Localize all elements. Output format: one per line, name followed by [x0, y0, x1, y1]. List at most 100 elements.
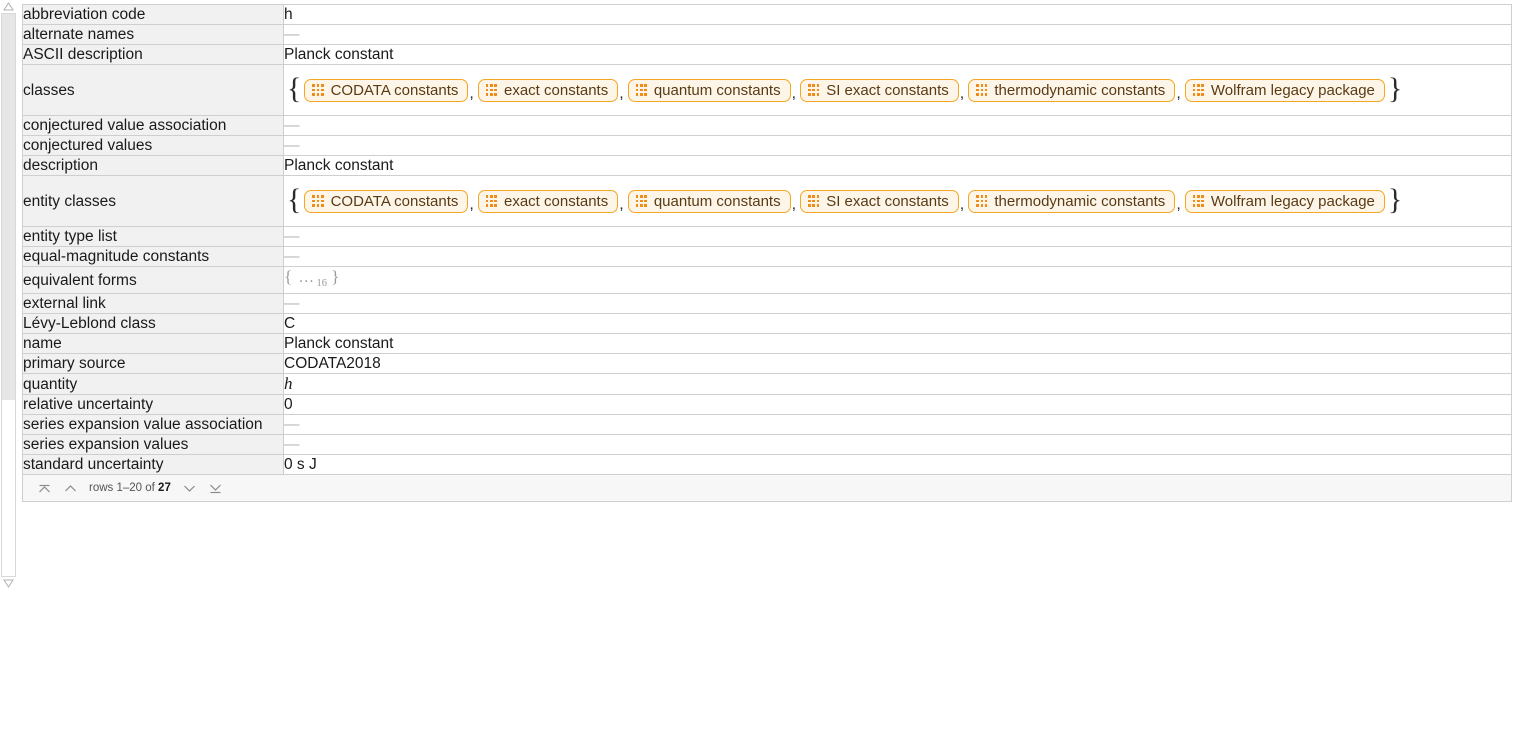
class-chip[interactable]: thermodynamic constants: [968, 78, 1176, 102]
brace-open: {: [287, 72, 302, 105]
table-row: series expansion value association —: [23, 414, 1511, 436]
property-label: ASCII description: [23, 44, 284, 65]
table-row: alternate names —: [23, 24, 1511, 45]
property-value: C: [283, 313, 1511, 335]
property-label: abbreviation code: [23, 5, 284, 25]
property-label: entity type list: [23, 226, 284, 247]
properties-table-body: abbreviation code h alternate names — ASCII …: [23, 5, 1511, 475]
table-row: name Planck constant: [23, 333, 1511, 355]
chip-label: CODATA constants: [330, 81, 459, 99]
dot-grid-icon: [808, 84, 820, 96]
empty-value-dash: —: [284, 117, 300, 134]
chip-label: SI exact constants: [826, 81, 949, 99]
properties-table-container: abbreviation code h alternate names — ASCII …: [22, 4, 1512, 503]
chip-separator: ,: [791, 84, 797, 102]
property-value: h: [283, 373, 1511, 396]
jump-to-last-icon[interactable]: [203, 477, 229, 499]
scrollbar-track[interactable]: [1, 13, 16, 577]
property-value: —: [283, 24, 1511, 45]
property-value: CODATA2018: [283, 353, 1511, 375]
property-label: Lévy-Leblond class: [23, 313, 284, 335]
jump-to-first-icon[interactable]: [31, 477, 57, 499]
property-label: alternate names: [23, 24, 284, 45]
table-row: equivalent forms{ …16 }: [23, 266, 1511, 295]
property-label: series expansion value association: [23, 414, 284, 436]
table-pagination-bar: rows 1–20 of 27: [23, 474, 1511, 502]
chip-separator: ,: [469, 195, 474, 213]
property-label: series expansion values: [23, 434, 284, 456]
brace-open: {: [287, 183, 302, 216]
property-label: equal-magnitude constants: [23, 246, 284, 267]
class-chip[interactable]: quantum constants: [627, 78, 791, 102]
dot-grid-icon: [312, 84, 324, 96]
chip-separator: ,: [619, 195, 624, 213]
empty-value-dash: —: [284, 416, 300, 434]
empty-value-dash: —: [284, 228, 300, 245]
chip-label: quantum constants: [653, 192, 781, 210]
elided-count: 16: [316, 278, 328, 290]
class-chip[interactable]: Wolfram legacy package: [1184, 78, 1385, 102]
property-value: h: [283, 5, 1511, 25]
value-text: CODATA2018: [284, 355, 381, 373]
class-chip[interactable]: SI exact constants: [800, 78, 959, 102]
property-value: —: [283, 226, 1511, 247]
dot-grid-icon: [808, 195, 820, 207]
property-label: quantity: [23, 373, 284, 396]
property-value: —: [283, 135, 1511, 156]
property-label: name: [23, 333, 284, 355]
property-value: 0: [283, 394, 1511, 416]
dot-grid-icon: [976, 195, 988, 207]
property-value: —: [283, 293, 1511, 315]
chip-label: Wolfram legacy package: [1210, 192, 1375, 210]
class-chip[interactable]: exact constants: [477, 78, 619, 102]
next-page-icon[interactable]: [177, 477, 203, 499]
property-label: description: [23, 155, 284, 176]
property-label: primary source: [23, 353, 284, 375]
dot-grid-icon: [485, 84, 497, 96]
class-chip[interactable]: Wolfram legacy package: [1184, 189, 1385, 213]
scroll-up-triangle-icon[interactable]: [1, 0, 16, 13]
dot-grid-icon: [485, 195, 497, 207]
chip-label: thermodynamic constants: [994, 81, 1166, 99]
pagination-status: rows 1–20 of 27: [83, 482, 177, 494]
class-chip[interactable]: SI exact constants: [800, 189, 959, 213]
chip-separator: ,: [619, 84, 624, 102]
class-chip[interactable]: thermodynamic constants: [968, 189, 1176, 213]
chip-label: SI exact constants: [826, 192, 949, 210]
value-text: Planck constant: [284, 46, 394, 63]
elided-list[interactable]: { …16 }: [284, 267, 340, 290]
dot-grid-icon: [1192, 195, 1204, 207]
chip-separator: ,: [959, 195, 965, 213]
class-chip[interactable]: CODATA constants: [304, 78, 469, 102]
property-value: Planck constant: [283, 44, 1511, 65]
value-text: C: [284, 315, 296, 333]
pagination-range-text: rows 1–20 of: [89, 482, 159, 495]
dot-grid-icon: [1192, 84, 1204, 96]
table-row: quantity h: [23, 373, 1511, 396]
dot-grid-icon: [976, 84, 988, 96]
value-text: 0: [284, 396, 293, 414]
value-text: Planck constant: [284, 157, 394, 174]
class-chip[interactable]: CODATA constants: [304, 189, 469, 213]
dot-grid-icon: [635, 84, 647, 96]
chip-label: exact constants: [504, 192, 609, 210]
class-chip[interactable]: exact constants: [477, 189, 619, 213]
quantity-symbol: h: [284, 374, 293, 394]
scrollbar-thumb[interactable]: [2, 14, 15, 400]
scroll-down-triangle-icon[interactable]: [1, 577, 16, 590]
table-row: Lévy-Leblond class C: [23, 313, 1511, 335]
property-value: Planck constant: [283, 333, 1511, 355]
vertical-scrollbar[interactable]: [0, 0, 17, 590]
class-chip[interactable]: quantum constants: [627, 189, 791, 213]
empty-value-dash: —: [284, 248, 300, 265]
brace-close: }: [1387, 183, 1403, 216]
table-row: entity classes{CODATA constants, exact co…: [23, 175, 1511, 227]
previous-page-icon[interactable]: [57, 477, 83, 499]
property-label: entity classes: [23, 175, 284, 227]
property-label: equivalent forms: [23, 266, 284, 295]
elided-brace-close: }: [327, 267, 340, 286]
chip-label: Wolfram legacy package: [1210, 81, 1375, 99]
dot-grid-icon: [312, 195, 324, 207]
property-value: —: [283, 115, 1511, 136]
dot-grid-icon: [635, 195, 647, 207]
